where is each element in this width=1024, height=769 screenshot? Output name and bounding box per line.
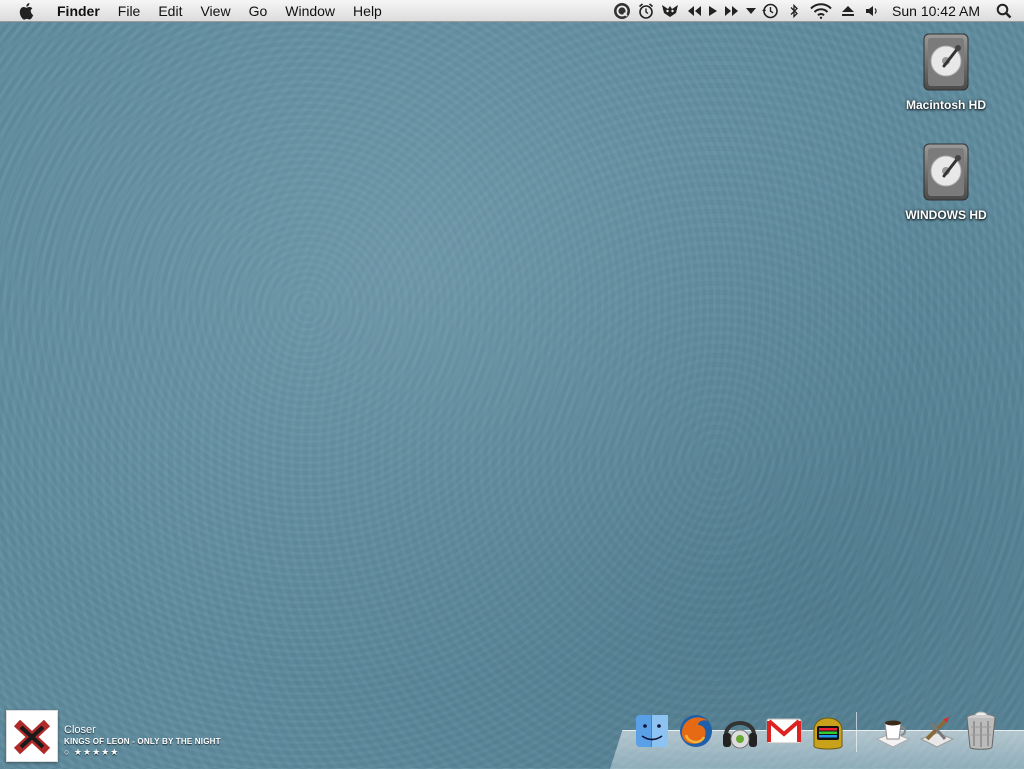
dock-firefox-icon[interactable] bbox=[674, 708, 718, 754]
menu-clock[interactable]: Sun 10:42 AM bbox=[884, 3, 992, 19]
menu-go[interactable]: Go bbox=[240, 0, 277, 22]
track-rating[interactable]: ○ ★★★★★ bbox=[64, 747, 221, 758]
menu-view[interactable]: View bbox=[191, 0, 239, 22]
chevron-down-icon[interactable] bbox=[744, 0, 758, 22]
dock-gmail-icon[interactable] bbox=[762, 708, 806, 754]
dock-applications-stack-icon[interactable] bbox=[915, 708, 959, 754]
track-title: Closer bbox=[64, 724, 96, 736]
time-machine-icon[interactable] bbox=[758, 0, 782, 22]
rewind-icon[interactable] bbox=[682, 0, 706, 22]
desktop-drive-windows-hd[interactable]: WINDOWS HD bbox=[891, 142, 1001, 222]
album-art[interactable] bbox=[6, 710, 58, 762]
menu-window[interactable]: Window bbox=[276, 0, 344, 22]
dock-finder-icon[interactable] bbox=[630, 708, 674, 754]
track-artist-album: KINGS OF LEON - ONLY BY THE NIGHT bbox=[64, 737, 221, 746]
menu-edit[interactable]: Edit bbox=[149, 0, 191, 22]
menu-bar: Finder File Edit View Go Window Help Sun… bbox=[0, 0, 1024, 22]
now-playing-widget[interactable]: Closer KINGS OF LEON - ONLY BY THE NIGHT… bbox=[6, 710, 221, 762]
fast-forward-icon[interactable] bbox=[720, 0, 744, 22]
eject-icon[interactable] bbox=[836, 0, 860, 22]
menu-file[interactable]: File bbox=[109, 0, 150, 22]
play-icon[interactable] bbox=[706, 0, 720, 22]
apple-menu-icon[interactable] bbox=[16, 0, 38, 22]
bluetooth-icon[interactable] bbox=[782, 0, 806, 22]
dock-daft-punk-helmet-icon[interactable] bbox=[806, 708, 850, 754]
drive-label: WINDOWS HD bbox=[905, 208, 987, 222]
wifi-icon[interactable] bbox=[806, 0, 836, 22]
dock bbox=[630, 708, 1003, 768]
quicksilver-icon[interactable] bbox=[610, 0, 634, 22]
volume-icon[interactable] bbox=[860, 0, 884, 22]
dock-separator bbox=[856, 712, 857, 752]
hard-drive-icon bbox=[920, 142, 972, 202]
dock-trash-icon[interactable] bbox=[959, 708, 1003, 754]
growl-icon[interactable] bbox=[658, 0, 682, 22]
desktop-drive-macintosh-hd[interactable]: Macintosh HD bbox=[891, 32, 1001, 112]
hard-drive-icon bbox=[920, 32, 972, 92]
drive-label: Macintosh HD bbox=[905, 98, 986, 112]
dock-coffee-cup-icon[interactable] bbox=[871, 708, 915, 754]
menu-app-finder[interactable]: Finder bbox=[48, 0, 109, 22]
spotlight-search-icon[interactable] bbox=[992, 0, 1016, 22]
menu-help[interactable]: Help bbox=[344, 0, 391, 22]
dock-itunes-headphones-icon[interactable] bbox=[718, 708, 762, 754]
alarm-clock-icon[interactable] bbox=[634, 0, 658, 22]
